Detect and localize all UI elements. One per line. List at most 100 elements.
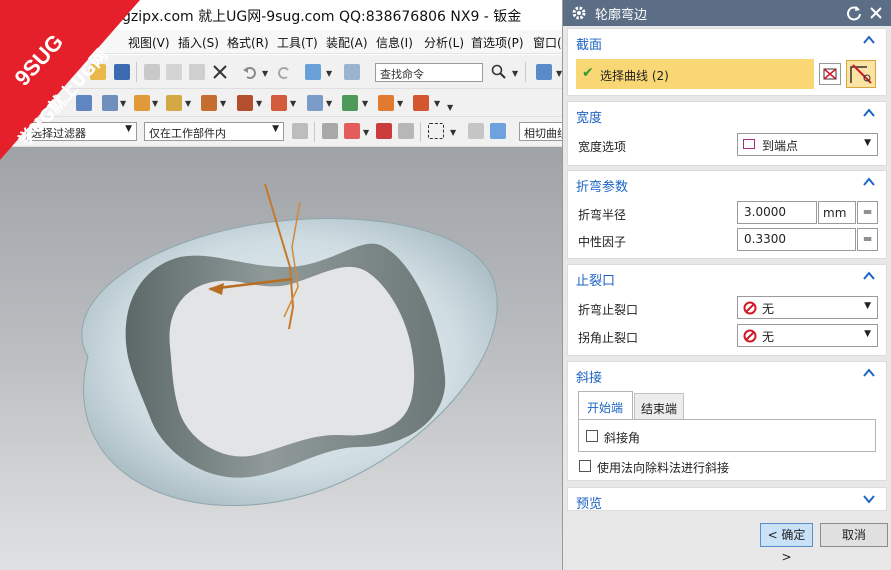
miter-angle-checkbox[interactable] xyxy=(586,430,598,442)
contour-flange-dialog: 轮廓弯边 截面 ✔ 选择曲线 (2) 宽度 宽度选项 到端点 ▼ 折弯参数 折弯… xyxy=(562,0,891,570)
menu-assemblies[interactable]: 装配(A) xyxy=(326,34,368,51)
grid-icon[interactable] xyxy=(536,64,552,80)
miter-group: 斜接 开始端 结束端 斜接角 使用法向除料法进行斜接 xyxy=(567,361,887,481)
site-logo: 9SUG 学UG就上UG网 xyxy=(0,0,140,160)
corner-icon[interactable] xyxy=(413,95,429,111)
chevron-down-icon[interactable]: ▼ xyxy=(256,99,262,108)
assembly-scope-value: 仅在工作部件内 xyxy=(149,127,226,140)
point-icon[interactable] xyxy=(322,123,338,139)
rectangle-select-icon[interactable] xyxy=(428,123,444,139)
chevron-down-icon[interactable]: ▼ xyxy=(326,99,332,108)
corner-relief-value: 无 xyxy=(762,330,775,344)
preview-label: 预览 xyxy=(576,497,603,512)
body-icon[interactable] xyxy=(490,123,506,139)
menu-insert[interactable]: 插入(S) xyxy=(178,34,219,51)
graphics-window[interactable] xyxy=(0,147,565,570)
menu-information[interactable]: 信息(I) xyxy=(376,34,413,51)
face-icon[interactable] xyxy=(468,123,484,139)
datum-icon[interactable] xyxy=(271,95,287,111)
snap-icon[interactable] xyxy=(292,123,308,139)
chevron-up-icon[interactable] xyxy=(862,366,876,380)
corner-relief-select[interactable]: 无 ▼ xyxy=(737,324,878,347)
chevron-down-icon[interactable]: ▼ xyxy=(262,69,268,78)
relief-header[interactable]: 止裂口 xyxy=(568,265,886,291)
tab-panel: 斜接角 xyxy=(578,419,876,452)
cancel-button[interactable]: 取消 xyxy=(820,523,888,547)
ok-button[interactable]: < 确定 > xyxy=(760,523,813,564)
chevron-down-icon[interactable]: ▼ xyxy=(447,103,453,112)
paste-icon[interactable] xyxy=(189,64,205,80)
redo-icon[interactable] xyxy=(276,64,292,80)
menu-tools[interactable]: 工具(T) xyxy=(277,34,318,51)
preview-header[interactable]: 预览 xyxy=(568,488,886,512)
miter-header[interactable]: 斜接 xyxy=(568,362,886,388)
plate-icon[interactable] xyxy=(166,95,182,111)
chevron-up-icon[interactable] xyxy=(862,269,876,283)
chevron-down-icon[interactable]: ▼ xyxy=(363,128,369,137)
neutral-factor-input[interactable]: 0.3300 xyxy=(737,228,856,251)
chevron-down-icon[interactable]: ▼ xyxy=(450,128,456,137)
equals-menu-icon[interactable]: ═ xyxy=(857,201,878,224)
undo-icon[interactable] xyxy=(242,64,258,80)
cross-icon[interactable] xyxy=(376,123,392,139)
bend-parameters-header[interactable]: 折弯参数 xyxy=(568,171,886,197)
chevron-up-icon[interactable] xyxy=(862,33,876,47)
menu-format[interactable]: 格式(R) xyxy=(227,34,269,51)
equals-menu-icon[interactable]: ═ xyxy=(857,228,878,251)
chevron-down-icon: ▼ xyxy=(864,138,871,148)
chevron-down-icon: ▼ xyxy=(272,124,279,134)
dialog-title: 轮廓弯边 xyxy=(595,8,648,23)
command-search-input[interactable]: 查找命令 xyxy=(375,63,483,82)
cut-icon[interactable] xyxy=(144,64,160,80)
tab-end[interactable]: 结束端 xyxy=(634,393,684,419)
sketch-section-icon[interactable] xyxy=(819,63,841,85)
chevron-down-icon[interactable]: ▼ xyxy=(434,99,440,108)
reset-icon[interactable] xyxy=(846,5,862,21)
chevron-down-icon: ▼ xyxy=(864,301,871,311)
chevron-down-icon[interactable]: ▼ xyxy=(290,99,296,108)
chevron-down-icon[interactable]: ▼ xyxy=(152,99,158,108)
preview-group: 预览 xyxy=(567,487,887,512)
unfold-icon[interactable] xyxy=(307,95,323,111)
bend-radius-input[interactable]: 3.0000 xyxy=(737,201,817,224)
relation-icon[interactable] xyxy=(398,123,414,139)
width-header[interactable]: 宽度 xyxy=(568,102,886,128)
cylinder-icon[interactable] xyxy=(201,95,217,111)
search-icon[interactable] xyxy=(491,64,507,80)
command-finder-icon[interactable] xyxy=(305,64,321,80)
feature-icon[interactable] xyxy=(342,95,358,111)
normal-cutout-checkbox[interactable] xyxy=(579,460,591,472)
width-group: 宽度 宽度选项 到端点 ▼ xyxy=(567,101,887,166)
assembly-scope-select[interactable]: 仅在工作部件内 ▼ xyxy=(144,122,284,141)
chevron-down-icon[interactable]: ▼ xyxy=(397,99,403,108)
menu-analysis[interactable]: 分析(L) xyxy=(424,34,464,51)
bend-radius-value: 3.0000 xyxy=(744,205,786,219)
chevron-up-icon[interactable] xyxy=(862,106,876,120)
chevron-down-icon[interactable]: ▼ xyxy=(220,99,226,108)
curve-select-icon[interactable] xyxy=(846,60,876,88)
chevron-up-icon[interactable] xyxy=(862,175,876,189)
menu-preferences[interactable]: 首选项(P) xyxy=(471,34,524,51)
chevron-down-icon[interactable]: ▼ xyxy=(512,69,518,78)
bend-relief-select[interactable]: 无 ▼ xyxy=(737,296,878,319)
plus-icon[interactable] xyxy=(344,123,360,139)
selection-icon[interactable] xyxy=(344,64,360,80)
delete-icon[interactable] xyxy=(212,64,228,80)
select-curve-label: 选择曲线 (2) xyxy=(600,69,669,83)
bend-radius-label: 折弯半径 xyxy=(578,208,627,222)
tab-start[interactable]: 开始端 xyxy=(578,391,633,419)
width-option-select[interactable]: 到端点 ▼ xyxy=(737,133,878,156)
gear-icon[interactable] xyxy=(571,5,587,21)
chevron-down-icon[interactable] xyxy=(862,492,876,506)
curve-rule-select[interactable]: 相切曲线 xyxy=(519,122,565,141)
chevron-down-icon[interactable]: ▼ xyxy=(185,99,191,108)
bend-icon[interactable] xyxy=(237,95,253,111)
section-header[interactable]: 截面 xyxy=(568,29,886,55)
close-icon[interactable] xyxy=(868,5,884,21)
chevron-down-icon[interactable]: ▼ xyxy=(362,99,368,108)
copy-icon[interactable] xyxy=(166,64,182,80)
select-curve-row[interactable]: ✔ 选择曲线 (2) xyxy=(576,59,814,89)
menu-window[interactable]: 窗口( xyxy=(533,34,562,51)
punch-icon[interactable] xyxy=(378,95,394,111)
chevron-down-icon[interactable]: ▼ xyxy=(326,69,332,78)
